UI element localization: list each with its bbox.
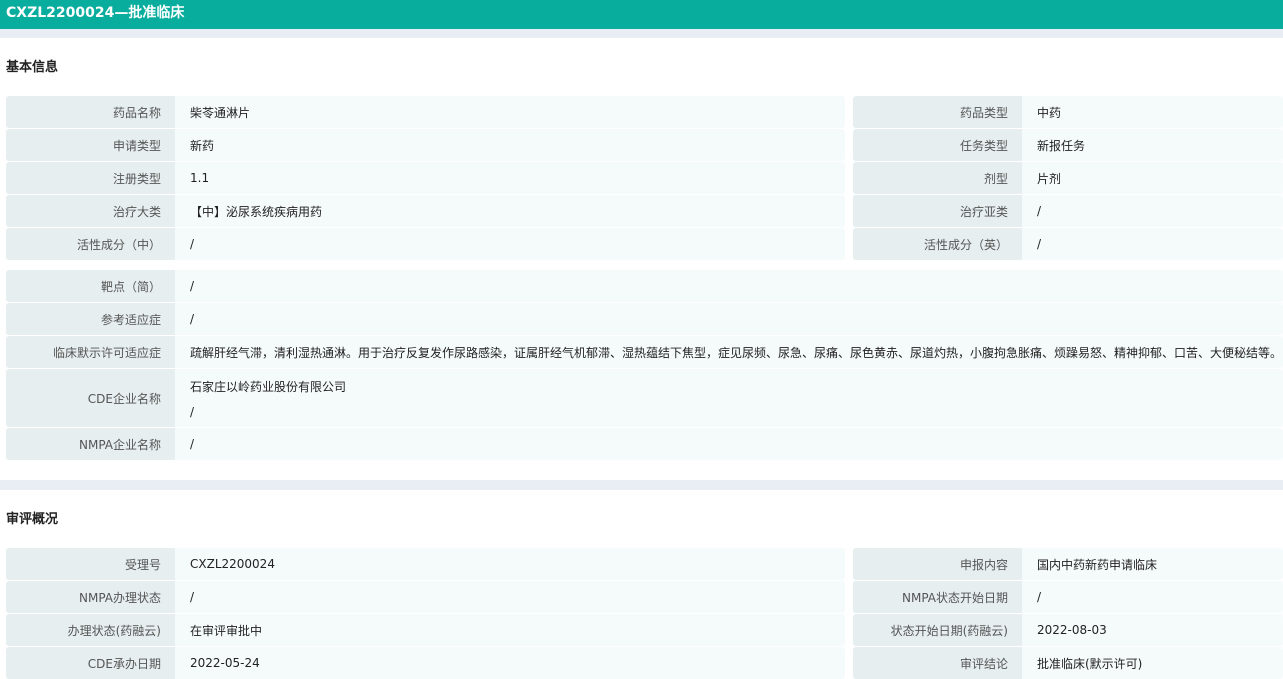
info-pair: 任务类型 新报任务 <box>853 129 1283 161</box>
field-value: CXZL2200024 <box>175 548 845 580</box>
info-pair: 注册类型 1.1 <box>6 162 845 194</box>
review-grid: 受理号 CXZL2200024 申报内容 国内中药新药申请临床 NMPA办理状态 / NMP… <box>0 548 1283 679</box>
field-label: NMPA办理状态 <box>6 581 175 613</box>
info-row: 办理状态(药融云) 在审评审批中 状态开始日期(药融云) 2022-08-03 <box>6 614 1283 646</box>
info-row: 申请类型 新药 任务类型 新报任务 <box>6 129 1283 161</box>
info-row: NMPA办理状态 / NMPA状态开始日期 / <box>6 581 1283 613</box>
info-row: NMPA企业名称 / <box>6 428 1283 460</box>
field-label: NMPA状态开始日期 <box>853 581 1022 613</box>
info-pair: 活性成分（中） / <box>6 228 845 260</box>
info-row: 临床默示许可适应症 疏解肝经气滞，清利湿热通淋。用于治疗反复发作尿路感染，证属肝经… <box>6 336 1283 368</box>
field-value: 批准临床(默示许可) <box>1022 647 1283 679</box>
field-value: 中药 <box>1022 96 1283 128</box>
field-value: 新报任务 <box>1022 129 1283 161</box>
info-pair: 治疗亚类 / <box>853 195 1283 227</box>
field-label: CDE承办日期 <box>6 647 175 679</box>
field-value: 在审评审批中 <box>175 614 845 646</box>
field-value: / <box>175 428 1283 460</box>
field-label: 药品类型 <box>853 96 1022 128</box>
field-value: 2022-05-24 <box>175 647 845 679</box>
info-pair: 活性成分（英） / <box>853 228 1283 260</box>
cde-company-name-2: / <box>190 404 195 419</box>
info-pair: 申请类型 新药 <box>6 129 845 161</box>
field-value: 【中】泌尿系统疾病用药 <box>175 195 845 227</box>
info-row: CDE企业名称 石家庄以岭药业股份有限公司 / <box>6 369 1283 427</box>
field-value: / <box>1022 228 1283 260</box>
field-label: 状态开始日期(药融云) <box>853 614 1022 646</box>
field-value: 2022-08-03 <box>1022 614 1283 646</box>
field-label: 受理号 <box>6 548 175 580</box>
field-value: / <box>175 228 845 260</box>
info-pair: NMPA办理状态 / <box>6 581 845 613</box>
field-value: 片剂 <box>1022 162 1283 194</box>
field-value: / <box>175 303 1283 335</box>
basic-info-full-rows: 靶点（简） / 参考适应症 / 临床默示许可适应症 疏解肝经气滞，清利湿热通淋。用于治… <box>0 270 1283 460</box>
field-value: / <box>1022 581 1283 613</box>
field-label: 药品名称 <box>6 96 175 128</box>
field-label: 申请类型 <box>6 129 175 161</box>
page-title: CXZL2200024—批准临床 <box>0 0 1283 29</box>
field-value: / <box>175 581 845 613</box>
section-title-review: 审评概况 <box>6 512 59 527</box>
info-row: CDE承办日期 2022-05-24 审评结论 批准临床(默示许可) <box>6 647 1283 679</box>
field-value: / <box>1022 195 1283 227</box>
field-label: 活性成分（英） <box>853 228 1022 260</box>
info-row: 活性成分（中） / 活性成分（英） / <box>6 228 1283 260</box>
info-pair: 治疗大类 【中】泌尿系统疾病用药 <box>6 195 845 227</box>
info-pair: 剂型 片剂 <box>853 162 1283 194</box>
info-pair: 药品名称 柴苓通淋片 <box>6 96 845 128</box>
info-row: 参考适应症 / <box>6 303 1283 335</box>
info-pair: 办理状态(药融云) 在审评审批中 <box>6 614 845 646</box>
field-label: 申报内容 <box>853 548 1022 580</box>
field-value: / <box>175 270 1283 302</box>
field-value: 国内中药新药申请临床 <box>1022 548 1283 580</box>
basic-info-grid: 药品名称 柴苓通淋片 药品类型 中药 申请类型 新药 任务类型 新报任务 注册类型 1.1 剂型 片剂… <box>0 96 1283 260</box>
field-label: 注册类型 <box>6 162 175 194</box>
field-label: CDE企业名称 <box>6 369 175 427</box>
field-label: 任务类型 <box>853 129 1022 161</box>
field-label: 临床默示许可适应症 <box>6 336 175 368</box>
field-value: 1.1 <box>175 162 845 194</box>
info-row: 受理号 CXZL2200024 申报内容 国内中药新药申请临床 <box>6 548 1283 580</box>
info-row: 药品名称 柴苓通淋片 药品类型 中药 <box>6 96 1283 128</box>
info-pair: CDE承办日期 2022-05-24 <box>6 647 845 679</box>
field-label: NMPA企业名称 <box>6 428 175 460</box>
divider <box>0 480 1283 490</box>
field-label: 活性成分（中） <box>6 228 175 260</box>
field-value: 柴苓通淋片 <box>175 96 845 128</box>
field-label: 剂型 <box>853 162 1022 194</box>
info-pair: 审评结论 批准临床(默示许可) <box>853 647 1283 679</box>
info-pair: 药品类型 中药 <box>853 96 1283 128</box>
field-value: 新药 <box>175 129 845 161</box>
info-row: 治疗大类 【中】泌尿系统疾病用药 治疗亚类 / <box>6 195 1283 227</box>
field-label: 治疗大类 <box>6 195 175 227</box>
field-label: 审评结论 <box>853 647 1022 679</box>
field-label: 参考适应症 <box>6 303 175 335</box>
info-pair: 申报内容 国内中药新药申请临床 <box>853 548 1283 580</box>
field-value: 疏解肝经气滞，清利湿热通淋。用于治疗反复发作尿路感染，证属肝经气机郁滞、湿热蕴结… <box>175 336 1283 368</box>
field-label: 治疗亚类 <box>853 195 1022 227</box>
field-label: 办理状态(药融云) <box>6 614 175 646</box>
field-value: 石家庄以岭药业股份有限公司 / <box>175 369 1283 427</box>
info-pair: 受理号 CXZL2200024 <box>6 548 845 580</box>
info-row: 注册类型 1.1 剂型 片剂 <box>6 162 1283 194</box>
section-title-basic: 基本信息 <box>6 60 59 75</box>
info-pair: NMPA状态开始日期 / <box>853 581 1283 613</box>
info-pair: 状态开始日期(药融云) 2022-08-03 <box>853 614 1283 646</box>
field-label: 靶点（简） <box>6 270 175 302</box>
divider <box>0 29 1283 38</box>
info-row: 靶点（简） / <box>6 270 1283 302</box>
cde-company-name: 石家庄以岭药业股份有限公司 <box>190 379 347 394</box>
